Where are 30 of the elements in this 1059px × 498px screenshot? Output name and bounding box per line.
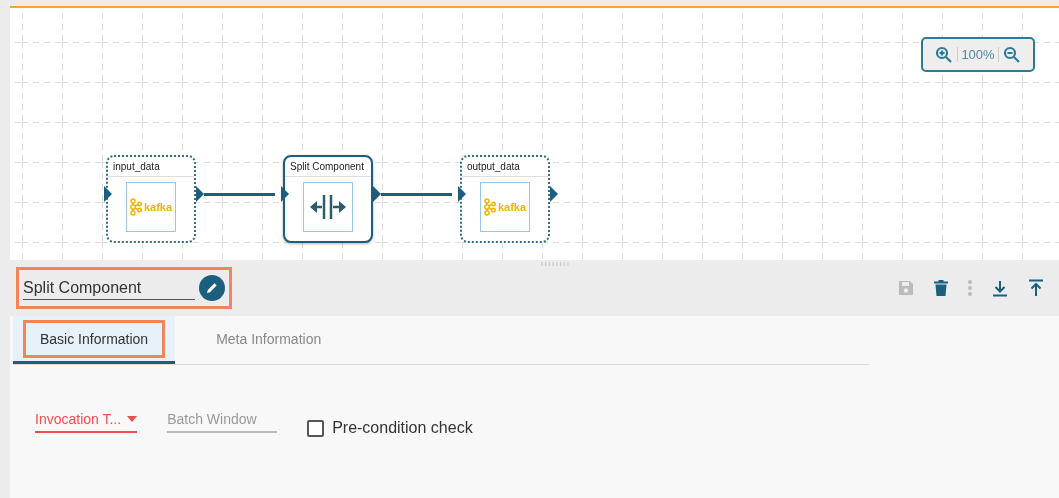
checkbox[interactable]	[307, 419, 325, 437]
input-port-icon[interactable]	[458, 186, 466, 202]
tab[interactable]: Basic Information	[13, 316, 176, 364]
logo-text: kafka	[143, 201, 173, 213]
checkbox-label: Pre-condition check	[332, 419, 473, 437]
kafka-logo-icon	[129, 198, 142, 216]
connector-line	[381, 193, 452, 196]
caret-icon	[127, 416, 138, 422]
upload-icon[interactable]	[1027, 279, 1045, 297]
zoom-out-icon[interactable]	[1002, 45, 1021, 64]
connector-line	[204, 193, 275, 196]
component-node[interactable]: input_data kafka	[106, 155, 196, 243]
input-port-icon[interactable]	[281, 186, 289, 202]
zoom-in-icon[interactable]	[935, 45, 954, 64]
node-title: input_data	[108, 157, 194, 177]
node-title: Split Component	[285, 157, 371, 177]
trash-icon[interactable]	[933, 279, 949, 297]
name-field[interactable]: Split Component	[16, 267, 232, 309]
logo-text: kafka	[497, 201, 527, 213]
component-node[interactable]: output_data kafka	[460, 155, 550, 243]
zoom-level: 100%	[957, 47, 999, 62]
download-icon[interactable]	[991, 279, 1009, 297]
split-arrows-icon	[309, 194, 347, 220]
component-node[interactable]: Split Component	[283, 155, 373, 243]
edit-button[interactable]	[199, 275, 225, 301]
kafka-logo-icon	[483, 198, 496, 216]
pencil-icon	[205, 281, 219, 295]
input-port-icon[interactable]	[104, 186, 112, 202]
batch-window-field[interactable]: Batch Window	[167, 407, 278, 433]
node-title: output_data	[462, 157, 548, 177]
